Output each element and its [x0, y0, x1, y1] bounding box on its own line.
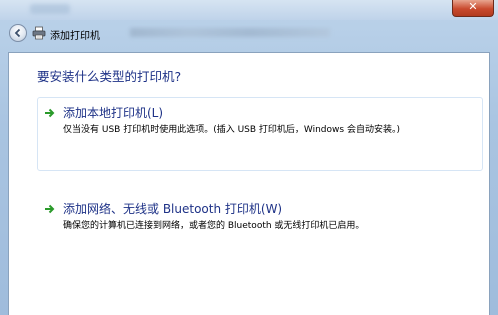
window-caption: ✕ — [0, 0, 498, 20]
green-arrow-icon — [45, 204, 55, 214]
option-title: 添加本地打印机(L) — [63, 106, 164, 120]
page-heading: 要安装什么类型的打印机? — [37, 69, 182, 84]
add-network-printer-option[interactable]: 添加网络、无线或 Bluetooth 打印机(W) 确保您的计算机已连接到网络，… — [37, 193, 483, 239]
option-description: 确保您的计算机已连接到网络，或者您的 Bluetooth 或无线打印机已启用。 — [63, 221, 365, 231]
close-button[interactable]: ✕ — [452, 0, 494, 17]
add-local-printer-option[interactable]: 添加本地打印机(L) 仅当没有 USB 打印机时使用此选项。(插入 USB 打印… — [37, 97, 483, 171]
caption-blur — [30, 4, 70, 14]
option-title: 添加网络、无线或 Bluetooth 打印机(W) — [63, 202, 283, 216]
blurred-caption-text — [130, 28, 330, 37]
wizard-title: 添加打印机 — [50, 31, 100, 42]
content-panel: 要安装什么类型的打印机? 添加本地打印机(L) 仅当没有 USB 打印机时使用此… — [8, 52, 490, 315]
add-printer-window: ✕ 添加打印机 要安装什么类型的打印机? 添加本地打印机(L) 仅当没有 USB… — [0, 0, 498, 315]
option-description: 仅当没有 USB 打印机时使用此选项。(插入 USB 打印机后，Windows … — [63, 125, 400, 135]
back-button[interactable] — [9, 24, 27, 42]
navigation-bar: 添加打印机 — [0, 20, 498, 46]
back-arrow-icon — [14, 28, 21, 38]
printer-icon — [32, 26, 46, 40]
green-arrow-icon — [45, 108, 55, 118]
